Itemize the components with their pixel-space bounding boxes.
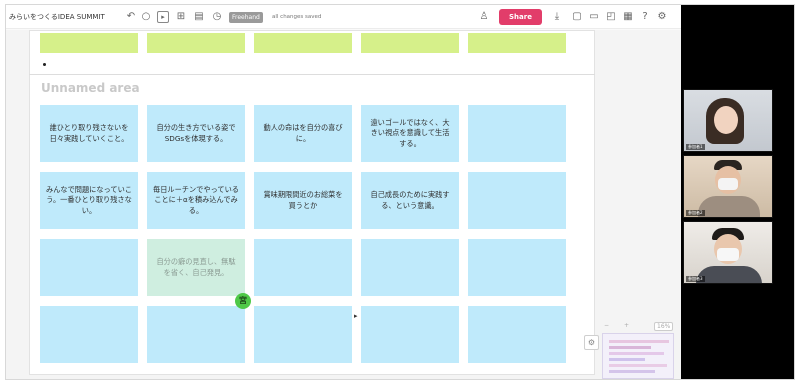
collaborator-cursor: 宮: [235, 293, 251, 309]
sticky-note[interactable]: 毎日ルーチンでやっていることに＋αを積み込んでみる。: [147, 172, 245, 229]
sticky-note[interactable]: 遠いゴールではなく、大きい視点を意識して生活する。: [361, 105, 459, 162]
minimap-block: [609, 340, 669, 343]
participant-mask: [718, 178, 738, 190]
sticky-note[interactable]: 賞味期限間近のお総菜を買うとか: [254, 172, 352, 229]
chat-icon[interactable]: ▭: [588, 11, 600, 23]
participant-name: 参加者3: [686, 276, 705, 282]
canvas-dot: [43, 63, 46, 66]
help-icon[interactable]: ?: [639, 11, 651, 23]
sticky-note[interactable]: [468, 306, 566, 363]
sticky-note[interactable]: [361, 239, 459, 296]
app-window: みらいをつくるIDEA SUMMIT ↶ ○ ▸ ⊞ ▤ ◷ Freehand …: [5, 4, 795, 380]
sidebar-toggle-icon[interactable]: ⚙: [584, 335, 599, 350]
add-person-icon[interactable]: ♙: [478, 11, 490, 23]
settings-icon[interactable]: ⚙: [656, 11, 668, 23]
video-tile[interactable]: 参加者2: [683, 155, 773, 218]
redo-icon[interactable]: ○: [140, 11, 152, 23]
sticky-note[interactable]: [254, 306, 352, 363]
document-icon[interactable]: ▤: [193, 11, 205, 23]
mouse-pointer-icon: ▸: [354, 312, 358, 320]
sticky-note-selected[interactable]: 自分の癖の見直し、無駄を省く、自己発見。: [147, 239, 245, 296]
zoom-in-button[interactable]: +: [624, 322, 629, 329]
minimap[interactable]: [602, 333, 674, 379]
download-icon[interactable]: ⤓: [551, 11, 563, 23]
comments-icon[interactable]: ▢: [571, 11, 583, 23]
zoom-out-button[interactable]: −: [604, 322, 609, 329]
video-panel: 参加者1 参加者2 参加者3: [681, 5, 794, 379]
minimap-block: [609, 358, 645, 361]
image-icon[interactable]: ⊞: [175, 11, 187, 23]
notes-icon[interactable]: ▦: [622, 11, 634, 23]
participant-body: [698, 196, 760, 217]
participant-mask: [717, 248, 739, 261]
area-title[interactable]: Unnamed area: [41, 81, 140, 95]
toolbar: みらいをつくるIDEA SUMMIT ↶ ○ ▸ ⊞ ▤ ◷ Freehand …: [6, 5, 681, 29]
participant-name: 参加者2: [686, 210, 705, 216]
sticky-note[interactable]: [468, 239, 566, 296]
video-tile[interactable]: 参加者3: [683, 221, 773, 284]
sticky-note[interactable]: [147, 306, 245, 363]
zoom-controls: − + 16%: [602, 322, 678, 332]
sticky-note[interactable]: 誰ひとり取り残さないを日々実践していくこと。: [40, 105, 138, 162]
participant-face: [714, 106, 738, 134]
sticky-note[interactable]: [147, 33, 245, 53]
freehand-badge[interactable]: Freehand: [229, 12, 263, 23]
sticky-note[interactable]: 動人の命はを自分の喜びに。: [254, 105, 352, 162]
sticky-note[interactable]: 自分の生き方でいる姿でSDGsを体現する。: [147, 105, 245, 162]
sticky-note[interactable]: [468, 33, 566, 53]
sticky-note[interactable]: [468, 172, 566, 229]
sticky-note[interactable]: [40, 239, 138, 296]
sticky-note[interactable]: [361, 306, 459, 363]
feedback-icon[interactable]: ◰: [605, 11, 617, 23]
minimap-block: [609, 352, 664, 355]
board-title[interactable]: みらいをつくるIDEA SUMMIT: [9, 12, 105, 22]
zoom-level[interactable]: 16%: [654, 322, 674, 331]
sticky-note[interactable]: [361, 33, 459, 53]
participant-body: [696, 266, 762, 283]
sticky-note[interactable]: みんなで問題になっていこう。一番ひとり取り残さない。: [40, 172, 138, 229]
minimap-block: [609, 346, 651, 349]
participant-name: 参加者1: [686, 144, 705, 150]
sticky-note[interactable]: [254, 239, 352, 296]
undo-icon[interactable]: ↶: [125, 11, 137, 23]
minimap-block: [609, 364, 667, 367]
video-tile[interactable]: 参加者1: [683, 89, 773, 152]
sticky-note[interactable]: [40, 33, 138, 53]
area-divider: [29, 74, 595, 75]
present-icon[interactable]: ▸: [157, 11, 169, 23]
timer-icon[interactable]: ◷: [211, 11, 223, 23]
sticky-note[interactable]: 自己成長のために実践する、という意識。: [361, 172, 459, 229]
board-canvas[interactable]: Unnamed area 誰ひとり取り残さないを日々実践していくこと。 自分の生…: [6, 30, 681, 379]
share-button[interactable]: Share: [499, 9, 542, 25]
sticky-note[interactable]: [40, 306, 138, 363]
sticky-note[interactable]: [254, 33, 352, 53]
save-status: all changes saved: [272, 14, 322, 20]
minimap-block: [609, 370, 655, 373]
sticky-note[interactable]: [468, 105, 566, 162]
